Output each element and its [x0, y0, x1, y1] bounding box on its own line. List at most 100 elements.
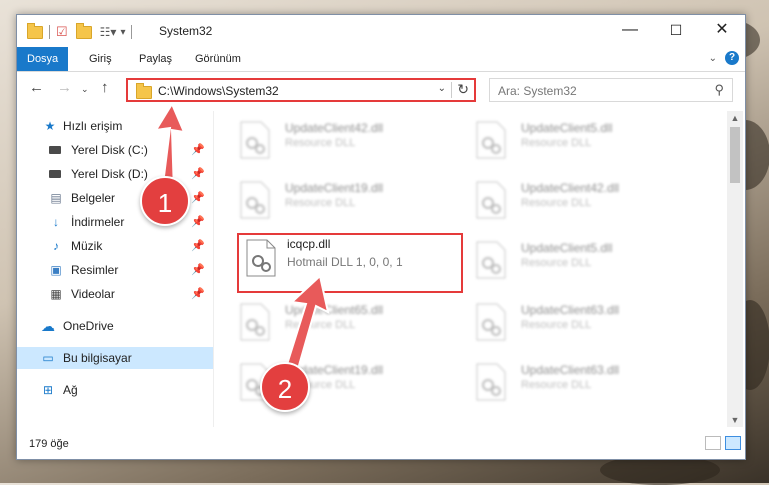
sidebar-item-label: Bu bilgisayar — [63, 351, 132, 365]
close-button[interactable]: ✕ — [699, 15, 745, 45]
star-icon: ★ — [44, 119, 56, 133]
file-name: UpdateClient5.dll — [521, 121, 613, 135]
file-item[interactable]: UpdateClient42.dll Resource DLL — [453, 175, 673, 225]
up-icon[interactable]: ↑ — [101, 79, 109, 96]
new-folder-icon[interactable] — [75, 22, 92, 39]
sidebar-item-music[interactable]: ♪ Müzik 📌 — [17, 235, 213, 257]
network-icon: ⊞ — [42, 383, 54, 397]
sidebar-item-label: İndirmeler — [71, 215, 125, 229]
sidebar-item-label: Hızlı erişim — [63, 119, 123, 133]
pane-divider — [213, 111, 214, 427]
pin-icon: 📌 — [191, 264, 205, 276]
divider — [49, 25, 50, 39]
back-icon[interactable]: ← — [29, 79, 44, 96]
vertical-scrollbar[interactable]: ▲ ▼ — [727, 111, 743, 427]
step-badge-2: 2 — [260, 362, 310, 412]
file-item[interactable]: UpdateClient42.dll Resource DLL — [217, 115, 437, 165]
ribbon-tabs: Dosya Giriş Paylaş Görünüm ⌄ ? — [17, 47, 745, 72]
scroll-up-icon[interactable]: ▲ — [727, 113, 743, 123]
file-description: Resource DLL — [521, 319, 592, 331]
properties-icon[interactable]: ☑ — [56, 24, 68, 40]
sidebar-item-network[interactable]: ⊞ Ağ — [17, 379, 213, 401]
sidebar-item-onedrive[interactable]: ☁ OneDrive — [17, 315, 213, 337]
chevron-down-icon[interactable]: ⌄ — [438, 83, 446, 94]
music-icon: ♪ — [53, 239, 59, 253]
details-view-icon[interactable] — [705, 436, 721, 450]
file-name: UpdateClient42.dll — [285, 121, 384, 135]
cloud-icon: ☁ — [41, 318, 55, 334]
sidebar-item-label: OneDrive — [63, 319, 114, 333]
sidebar-item-this-pc[interactable]: ▭ Bu bilgisayar — [17, 347, 213, 369]
tiles-view-icon[interactable] — [725, 436, 741, 450]
pin-icon: 📌 — [191, 288, 205, 300]
minimize-button[interactable]: — — [607, 15, 653, 45]
dll-file-icon — [476, 303, 506, 341]
view-options-icon[interactable]: ☷▾ — [100, 25, 117, 39]
pin-icon: 📌 — [191, 216, 205, 228]
dll-file-icon — [476, 363, 506, 401]
expand-ribbon-icon[interactable]: ⌄ — [709, 53, 717, 64]
pin-icon: 📌 — [191, 240, 205, 252]
folder-icon — [136, 83, 152, 99]
divider — [131, 25, 133, 39]
tab-share[interactable]: Paylaş — [129, 47, 182, 71]
scroll-down-icon[interactable]: ▼ — [727, 415, 743, 425]
file-name: UpdateClient63.dll — [521, 363, 620, 377]
sidebar-item-label: Videolar — [71, 287, 115, 301]
file-description: Resource DLL — [521, 257, 592, 269]
file-description: Hotmail DLL 1, 0, 0, 1 — [287, 255, 403, 269]
sidebar-item-label: Belgeler — [71, 191, 116, 205]
drive-icon — [49, 167, 63, 181]
help-icon[interactable]: ? — [725, 51, 739, 65]
search-icon: ⚲ — [714, 82, 724, 97]
customize-toolbar-icon[interactable]: ▾ — [120, 27, 125, 38]
dll-file-icon — [240, 121, 270, 159]
divider — [451, 82, 452, 98]
file-name: UpdateClient5.dll — [521, 241, 613, 255]
tab-file[interactable]: Dosya — [17, 47, 69, 71]
file-description: Resource DLL — [285, 197, 356, 209]
forward-icon[interactable]: → — [57, 79, 72, 96]
download-icon: ↓ — [53, 215, 59, 229]
address-bar[interactable]: C:\Windows\System32 ⌄ ↻ — [126, 78, 476, 102]
file-item[interactable]: UpdateClient5.dll Resource DLL — [453, 115, 673, 165]
tab-view[interactable]: Görünüm — [185, 47, 251, 71]
file-item[interactable]: UpdateClient63.dll Resource DLL — [453, 357, 673, 407]
navigation-bar: ← → ⌄ ↑ C:\Windows\System32 ⌄ ↻ Ara: Sys… — [17, 75, 745, 105]
dll-file-icon — [476, 121, 506, 159]
file-item[interactable]: UpdateClient5.dll Resource DLL — [453, 235, 673, 285]
step-badge-1: 1 — [140, 176, 190, 226]
address-path: C:\Windows\System32 — [158, 84, 279, 98]
dll-file-icon — [240, 181, 270, 219]
title-bar: ☑ ☷▾ ▾ System32 — ☐ ✕ — [17, 15, 745, 47]
sidebar-item-label: Müzik — [71, 239, 103, 253]
dll-file-icon — [476, 241, 506, 279]
recent-locations-icon[interactable]: ⌄ — [81, 84, 89, 95]
maximize-button[interactable]: ☐ — [653, 15, 699, 45]
dll-file-icon — [240, 303, 270, 341]
folder-icon — [27, 22, 43, 39]
dll-file-icon — [476, 181, 506, 219]
file-name: UpdateClient42.dll — [521, 181, 620, 195]
window-title: System32 — [159, 24, 213, 38]
search-input[interactable]: Ara: System32 ⚲ — [489, 78, 733, 102]
sidebar-item-videos[interactable]: ▦ Videolar 📌 — [17, 283, 213, 305]
file-item[interactable]: UpdateClient63.dll Resource DLL — [453, 297, 673, 347]
file-name: UpdateClient63.dll — [521, 303, 620, 317]
file-item[interactable]: UpdateClient19.dll Resource DLL — [217, 175, 437, 225]
refresh-icon[interactable]: ↻ — [457, 81, 469, 98]
videos-icon: ▦ — [50, 287, 62, 301]
search-placeholder: Ara: System32 — [498, 84, 577, 98]
scrollbar-thumb[interactable] — [730, 127, 740, 183]
sidebar-item-label: Ağ — [63, 383, 78, 397]
sidebar-item-label: Yerel Disk (D:) — [71, 167, 148, 181]
sidebar-item-label: Yerel Disk (C:) — [71, 143, 148, 157]
tab-home[interactable]: Giriş — [79, 47, 122, 71]
sidebar-item-label: Resimler — [71, 263, 119, 277]
computer-icon: ▭ — [42, 351, 54, 365]
item-count: 179 öğe — [29, 438, 69, 450]
file-description: Resource DLL — [285, 137, 356, 149]
sidebar-item-pictures[interactable]: ▣ Resimler 📌 — [17, 259, 213, 281]
file-description: Resource DLL — [521, 379, 592, 391]
file-name: UpdateClient19.dll — [285, 181, 384, 195]
